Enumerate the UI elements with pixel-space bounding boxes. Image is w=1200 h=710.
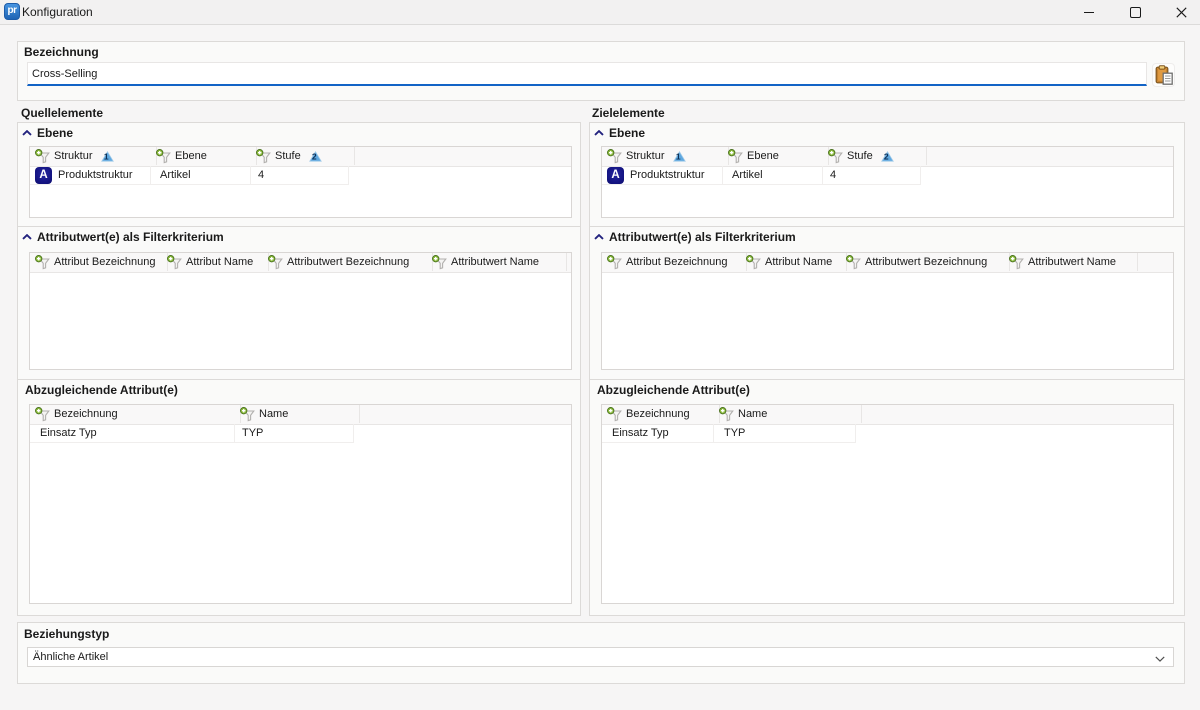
svg-text:1: 1	[103, 151, 108, 161]
svg-text:2: 2	[312, 151, 317, 161]
svg-text:2: 2	[884, 151, 889, 161]
svg-text:1: 1	[675, 151, 680, 161]
